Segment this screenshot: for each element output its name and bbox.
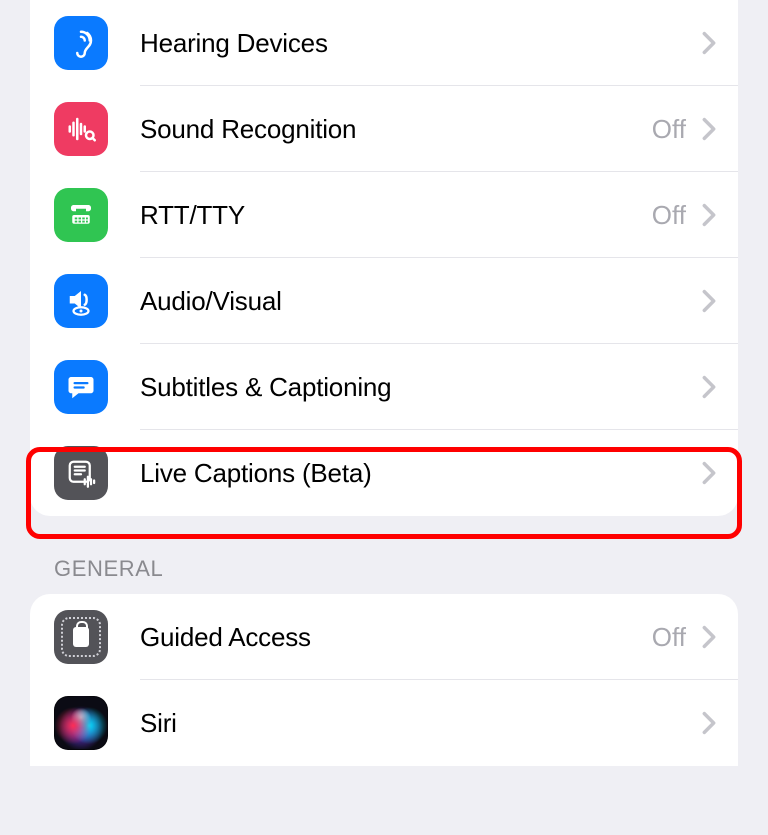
speech-bubble-icon	[54, 360, 108, 414]
label-audio-visual: Audio/Visual	[140, 286, 700, 317]
value-sound-recognition: Off	[652, 114, 686, 145]
label-sound-recognition: Sound Recognition	[140, 114, 652, 145]
row-live-captions[interactable]: Live Captions (Beta)	[30, 430, 738, 516]
chevron-right-icon	[700, 623, 718, 651]
general-section: Guided Access Off Siri	[30, 594, 738, 766]
label-rtt-tty: RTT/TTY	[140, 200, 652, 231]
siri-icon	[54, 696, 108, 750]
ear-icon	[54, 16, 108, 70]
chevron-right-icon	[700, 201, 718, 229]
label-live-captions: Live Captions (Beta)	[140, 458, 700, 489]
row-hearing-devices[interactable]: Hearing Devices	[30, 0, 738, 86]
guided-access-icon	[54, 610, 108, 664]
chevron-right-icon	[700, 459, 718, 487]
label-guided-access: Guided Access	[140, 622, 652, 653]
speaker-eye-icon	[54, 274, 108, 328]
row-audio-visual[interactable]: Audio/Visual	[30, 258, 738, 344]
row-siri[interactable]: Siri	[30, 680, 738, 766]
general-header: General	[54, 556, 714, 582]
sound-wave-icon	[54, 102, 108, 156]
row-subtitles[interactable]: Subtitles & Captioning	[30, 344, 738, 430]
label-subtitles: Subtitles & Captioning	[140, 372, 700, 403]
value-guided-access: Off	[652, 622, 686, 653]
row-rtt-tty[interactable]: RTT/TTY Off	[30, 172, 738, 258]
live-captions-icon	[54, 446, 108, 500]
chevron-right-icon	[700, 29, 718, 57]
label-siri: Siri	[140, 708, 700, 739]
row-sound-recognition[interactable]: Sound Recognition Off	[30, 86, 738, 172]
chevron-right-icon	[700, 373, 718, 401]
row-guided-access[interactable]: Guided Access Off	[30, 594, 738, 680]
hearing-section: Hearing Devices Sound Recognition Off	[30, 0, 738, 516]
label-hearing-devices: Hearing Devices	[140, 28, 700, 59]
phone-text-icon	[54, 188, 108, 242]
chevron-right-icon	[700, 287, 718, 315]
chevron-right-icon	[700, 115, 718, 143]
value-rtt-tty: Off	[652, 200, 686, 231]
chevron-right-icon	[700, 709, 718, 737]
